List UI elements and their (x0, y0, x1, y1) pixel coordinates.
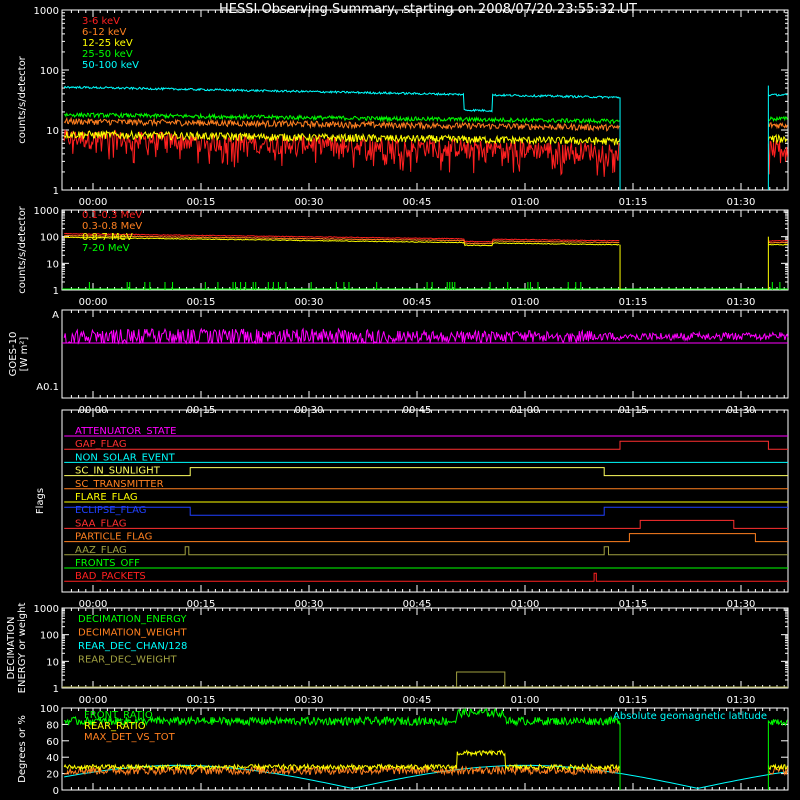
y-tick-label: 100 (40, 233, 59, 244)
flag-label: FLARE_FLAG (75, 492, 138, 503)
legend-entry: REAR_DEC_WEIGHT (78, 655, 177, 666)
series-line (63, 327, 789, 345)
legend-entry: 3-6 keV (82, 16, 120, 27)
legend-entry: 25-50 keV (82, 49, 133, 60)
y-tick-label: 10 (46, 259, 59, 270)
time-tick-label: 00:00 (79, 695, 108, 706)
time-tick-label: 00:30 (295, 695, 324, 706)
flag-trace (64, 546, 788, 556)
y-axis-label: GOES-10 (8, 332, 19, 377)
legend-entry: 0.8-7 MeV (82, 232, 133, 243)
flag-label: AAZ_FLAG (75, 545, 127, 556)
flag-label: ATTENUATOR_STATE (75, 426, 176, 437)
y-tick-label: 40 (46, 753, 59, 764)
y-tick-label: 1 (53, 186, 59, 197)
flag-label: SC_TRANSMITTER (75, 479, 164, 490)
y-tick-label: 1 (53, 684, 59, 695)
time-tick-label: 01:15 (619, 197, 648, 208)
time-tick-label: 01:00 (511, 197, 540, 208)
legend-entry: 6-12 keV (82, 27, 126, 38)
y-axis-label: Flags (35, 488, 46, 514)
flag-label: NON_SOLAR_EVENT (75, 452, 176, 463)
legend-entry: REAR_DEC_CHAN/128 (78, 641, 187, 652)
time-tick-label: 00:30 (295, 197, 324, 208)
time-tick-label: 01:00 (511, 297, 540, 308)
series-line (64, 764, 788, 789)
y-axis-unit: [W m²] (19, 337, 30, 372)
y-tick-label: 1000 (34, 604, 59, 615)
time-tick-label: 00:45 (403, 297, 432, 308)
time-tick-label: 01:00 (511, 695, 540, 706)
time-tick-label: 00:45 (403, 695, 432, 706)
flag-trace (64, 572, 788, 582)
legend-entry: REAR_RATIO (84, 721, 146, 732)
time-tick-label: 01:30 (727, 695, 756, 706)
flag-label: GAP_FLAG (75, 439, 127, 450)
legend-entry: 7-20 MeV (82, 243, 130, 254)
y-tick-label: 80 (46, 720, 59, 731)
flag-trace (64, 533, 788, 543)
time-tick-label: 01:30 (727, 197, 756, 208)
flag-label: FRONTS_OFF (75, 558, 140, 569)
series-line (64, 234, 788, 245)
flag-label: SC_IN_SUNLIGHT (75, 466, 161, 477)
legend-entry: DECIMATION_WEIGHT (78, 628, 187, 639)
y-axis-label: counts/s/detector (17, 205, 28, 293)
legend-entry: 0.1-0.3 MeV (82, 210, 142, 221)
flag-label: SAA_FLAG (75, 518, 126, 529)
time-tick-label: 01:30 (727, 297, 756, 308)
y-tick-label: 100 (40, 66, 59, 77)
y-tick-label: 1000 (34, 6, 59, 17)
y-tick-label: A (52, 310, 59, 321)
time-tick-label: 00:00 (79, 297, 108, 308)
legend-entry: 12-25 keV (82, 38, 133, 49)
y-tick-label: 100 (40, 631, 59, 642)
time-tick-label: 00:15 (187, 695, 216, 706)
y-tick-label: 0 (53, 786, 59, 797)
flag-label: BAD_PACKETS (75, 571, 146, 582)
y-tick-label: 1 (53, 286, 59, 297)
panel-frame (61, 409, 789, 593)
time-tick-label: 01:15 (619, 297, 648, 308)
panel-frame (61, 309, 789, 399)
flag-trace (64, 519, 788, 529)
y-tick-label: 60 (46, 737, 59, 748)
y-tick-label: 10 (46, 657, 59, 668)
flag-trace (64, 440, 788, 450)
y-axis-label: Degrees or % (17, 715, 28, 783)
y-axis-label: DECIMATION (6, 616, 17, 679)
y-axis-label: counts/s/detector (17, 55, 28, 143)
legend-entry: 50-100 keV (82, 60, 139, 71)
legend-entry: FRONT_RATIO (84, 710, 153, 721)
time-tick-label: 00:30 (295, 297, 324, 308)
series-line (63, 85, 788, 113)
flag-trace (64, 467, 788, 477)
panel-frame (61, 209, 789, 291)
y-tick-label: 100 (40, 704, 59, 715)
observing-summary-plot: HESSI Observing Summary, starting on 200… (6, 2, 789, 797)
y-tick-label: A0.1 (36, 382, 59, 393)
flag-label: PARTICLE_FLAG (75, 532, 152, 543)
flag-trace (64, 506, 788, 516)
y-axis-label-2: ENERGY or weight (17, 603, 28, 694)
time-tick-label: 00:15 (187, 297, 216, 308)
y-tick-label: 20 (46, 770, 59, 781)
y-tick-label: 10 (46, 126, 59, 137)
time-tick-label: 01:15 (619, 695, 648, 706)
legend-entry: DECIMATION_ENERGY (78, 614, 187, 625)
legend-entry: MAX_DET_VS_TOT (84, 732, 176, 743)
panel-frame (61, 9, 789, 191)
legend-entry: 0.3-0.8 MeV (82, 221, 142, 232)
time-tick-label: 00:00 (79, 197, 108, 208)
time-tick-label: 00:15 (187, 197, 216, 208)
series-step (456, 671, 506, 687)
legend-entry: Absolute geomagnetic latitude (613, 711, 767, 722)
time-tick-label: 00:45 (403, 197, 432, 208)
y-tick-label: 1000 (34, 206, 59, 217)
